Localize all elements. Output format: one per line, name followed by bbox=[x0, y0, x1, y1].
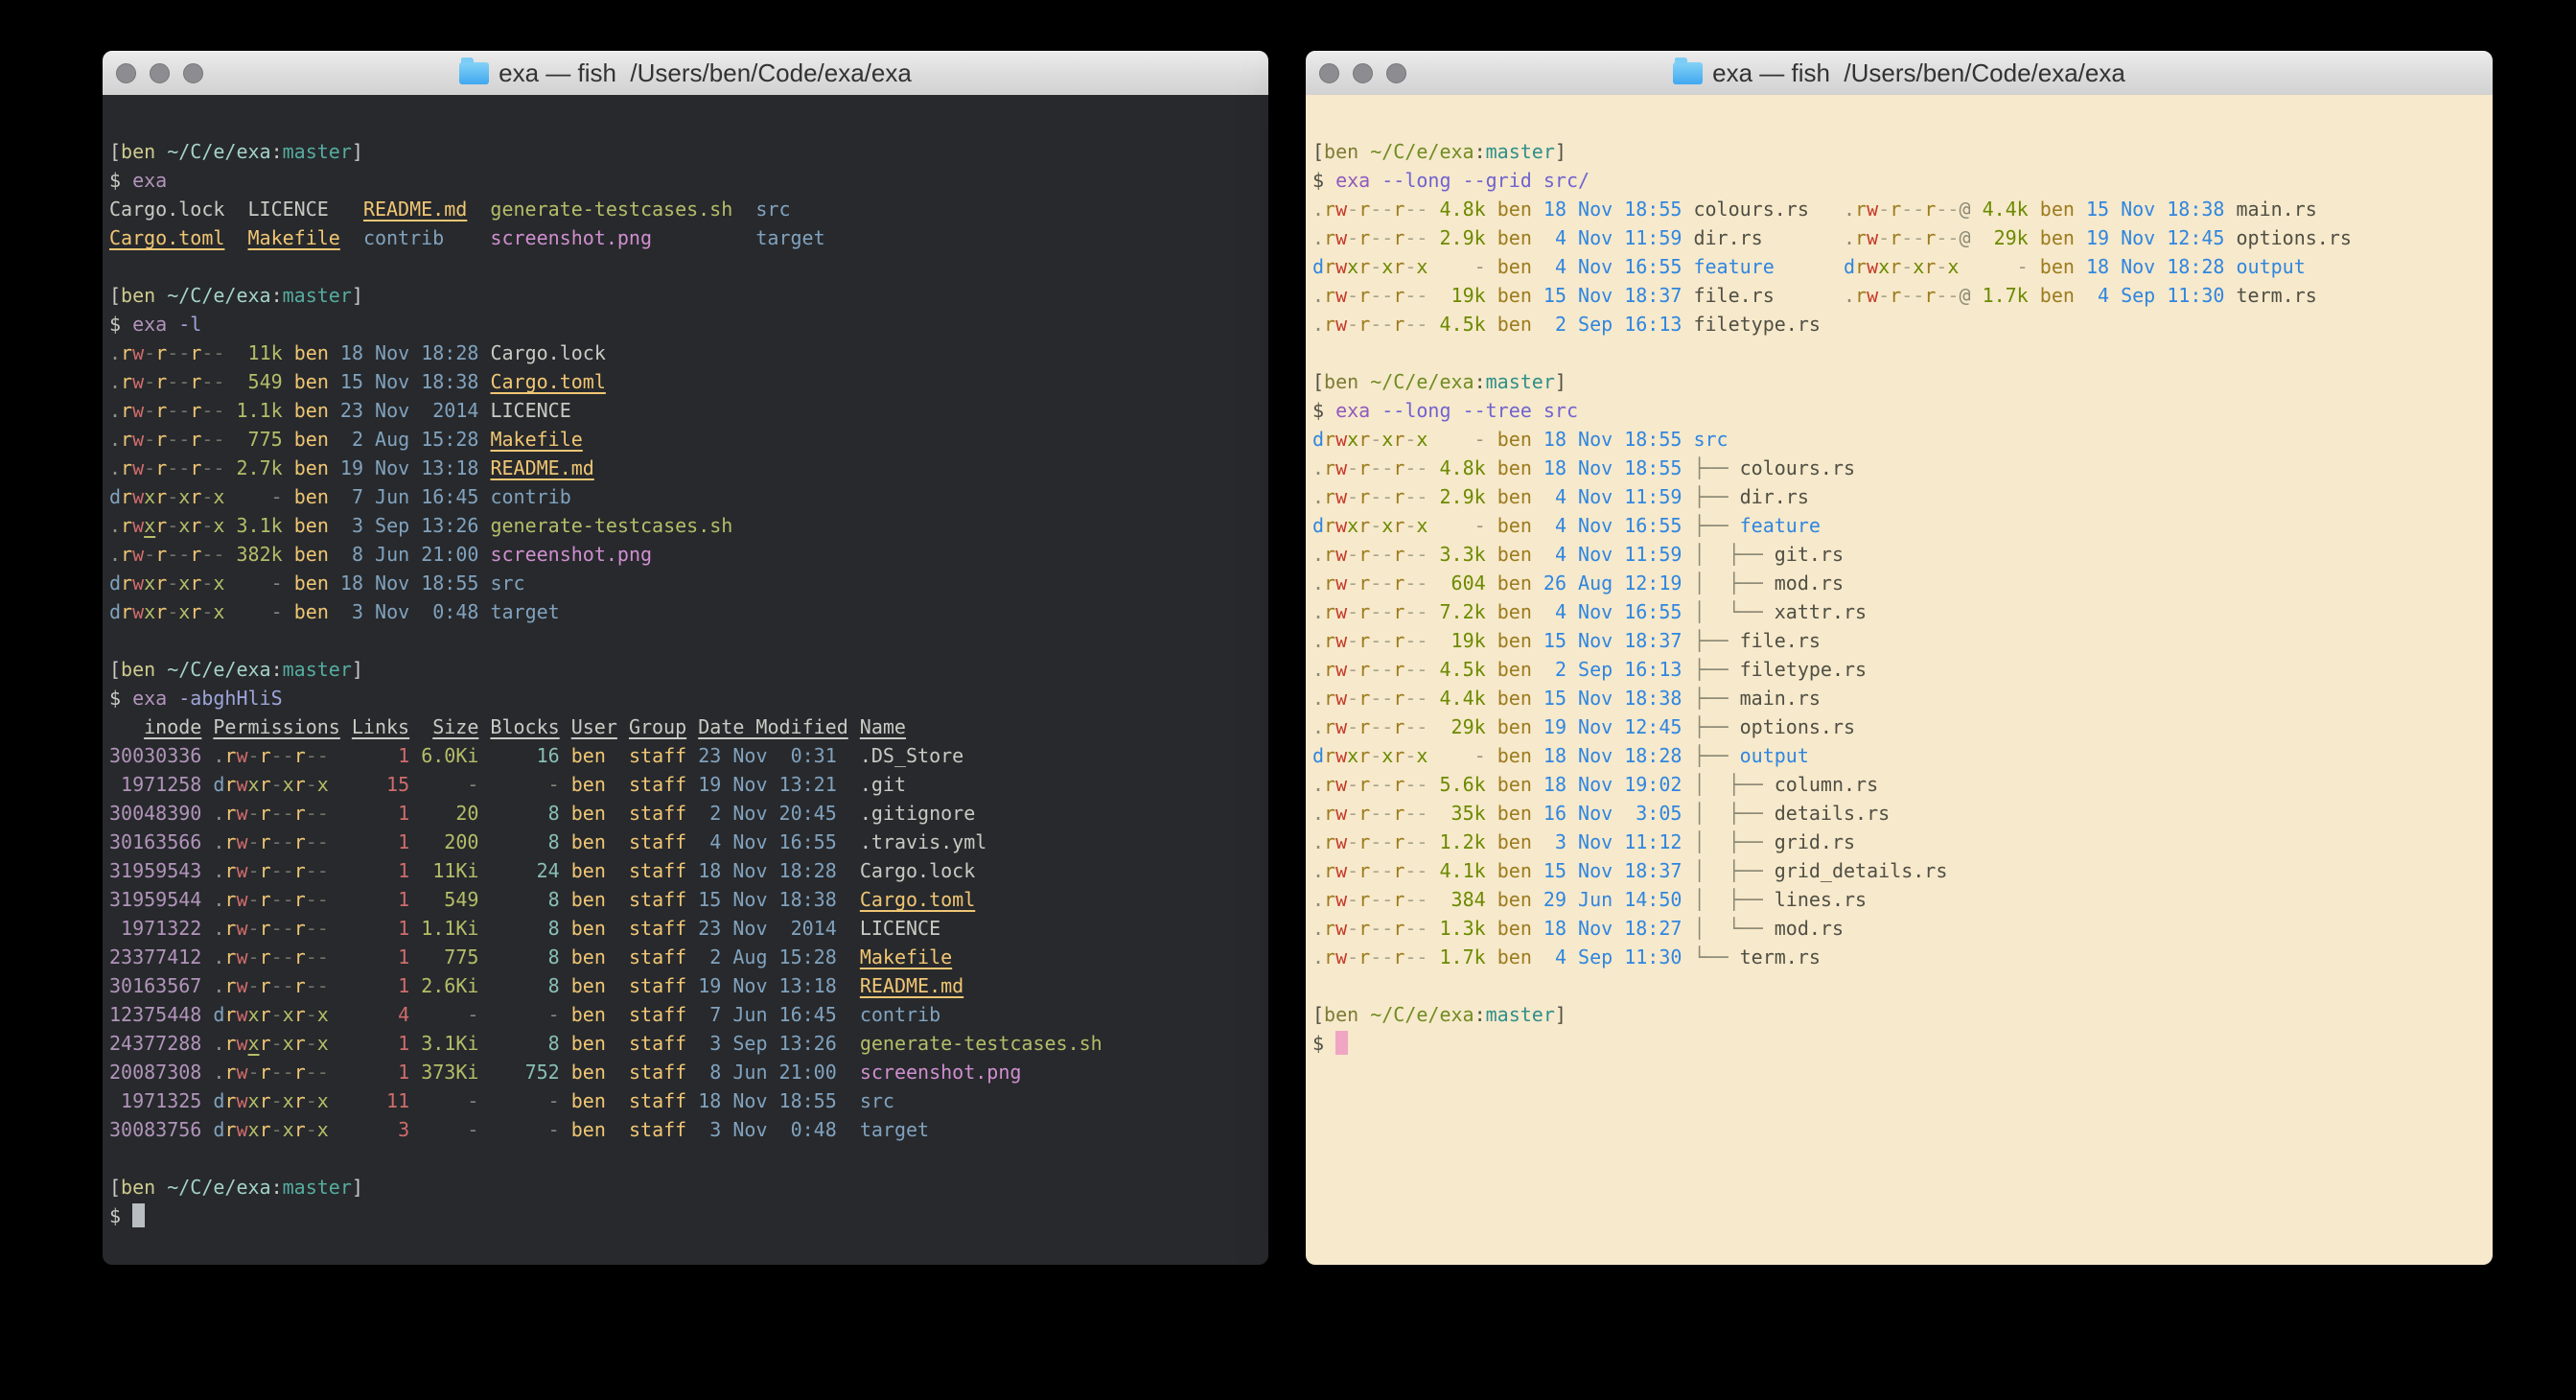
terminal-line: Cargo.toml Makefile contrib screenshot.p… bbox=[109, 223, 1263, 252]
terminal-line: .rw-r--r-- 1.2k ben 3 Nov 11:12 │ ├── gr… bbox=[1312, 828, 2487, 856]
terminal-line: .rw-r--r-- 382k ben 8 Jun 21:00 screensh… bbox=[109, 540, 1263, 569]
terminal-line: 23377412 .rw-r--r-- 1 775 8 ben staff 2 … bbox=[109, 943, 1263, 971]
terminal-line: drwxr-xr-x - ben 4 Nov 16:55 ├── feature bbox=[1312, 511, 2487, 540]
terminal-line: .rw-r--r-- 4.1k ben 15 Nov 18:37 │ ├── g… bbox=[1312, 856, 2487, 885]
terminal-window-left: exa — fish /Users/ben/Code/exa/exa [ben … bbox=[103, 51, 1268, 1265]
terminal-line: .rw-r--r-- 4.8k ben 18 Nov 18:55 ├── col… bbox=[1312, 454, 2487, 482]
terminal-line: [ben ~/C/e/exa:master] bbox=[109, 655, 1263, 684]
terminal-line bbox=[1312, 338, 2487, 367]
terminal-line: drwxr-xr-x - ben 18 Nov 18:55 src bbox=[1312, 425, 2487, 454]
terminal-line: [ben ~/C/e/exa:master] bbox=[1312, 367, 2487, 396]
terminal-line: .rw-r--r-- 35k ben 16 Nov 3:05 │ ├── det… bbox=[1312, 799, 2487, 828]
titlebar[interactable]: exa — fish /Users/ben/Code/exa/exa bbox=[103, 51, 1268, 96]
terminal-line: .rw-r--r-- 775 ben 2 Aug 15:28 Makefile bbox=[109, 425, 1263, 454]
terminal-line bbox=[109, 1144, 1263, 1173]
terminal-line: .rw-r--r-- 3.3k ben 4 Nov 11:59 │ ├── gi… bbox=[1312, 540, 2487, 569]
terminal-line: Cargo.lock LICENCE README.md generate-te… bbox=[109, 195, 1263, 223]
terminal-screen[interactable]: [ben ~/C/e/exa:master]$ exa --long --gri… bbox=[1306, 95, 2493, 1265]
terminal-line: 30163566 .rw-r--r-- 1 200 8 ben staff 4 … bbox=[109, 828, 1263, 856]
terminal-line: .rwxr-xr-x 3.1k ben 3 Sep 13:26 generate… bbox=[109, 511, 1263, 540]
terminal-line: .rw-r--r-- 1.7k ben 4 Sep 11:30 └── term… bbox=[1312, 943, 2487, 971]
terminal-window-right: exa — fish /Users/ben/Code/exa/exa [ben … bbox=[1306, 51, 2493, 1265]
terminal-line: .rw-r--r-- 7.2k ben 4 Nov 16:55 │ └── xa… bbox=[1312, 597, 2487, 626]
terminal-line: $ bbox=[109, 1202, 1263, 1230]
terminal-line: 30030336 .rw-r--r-- 1 6.0Ki 16 ben staff… bbox=[109, 741, 1263, 770]
terminal-line: [ben ~/C/e/exa:master] bbox=[1312, 137, 2487, 166]
terminal-line: .rw-r--r-- 4.5k ben 2 Sep 16:13 ├── file… bbox=[1312, 655, 2487, 684]
cursor-block bbox=[132, 1203, 145, 1227]
terminal-line: drwxr-xr-x - ben 3 Nov 0:48 target bbox=[109, 597, 1263, 626]
terminal-line: [ben ~/C/e/exa:master] bbox=[1312, 1000, 2487, 1029]
terminal-line: .rw-r--r-- 2.7k ben 19 Nov 13:18 README.… bbox=[109, 454, 1263, 482]
terminal-line: 30083756 drwxr-xr-x 3 - - ben staff 3 No… bbox=[109, 1115, 1263, 1144]
terminal-line: 1971322 .rw-r--r-- 1 1.1Ki 8 ben staff 2… bbox=[109, 914, 1263, 943]
terminal-line: 30048390 .rw-r--r-- 1 20 8 ben staff 2 N… bbox=[109, 799, 1263, 828]
terminal-line: [ben ~/C/e/exa:master] bbox=[109, 281, 1263, 310]
window-title: exa — fish /Users/ben/Code/exa/exa bbox=[499, 58, 912, 88]
folder-icon bbox=[459, 62, 489, 84]
close-button[interactable] bbox=[1319, 63, 1339, 83]
terminal-line: $ bbox=[1312, 1029, 2487, 1058]
terminal-line: $ exa --long --tree src bbox=[1312, 396, 2487, 425]
window-title: exa — fish /Users/ben/Code/exa/exa bbox=[1712, 58, 2125, 88]
terminal-line: .rw-r--r-- 4.8k ben 18 Nov 18:55 colours… bbox=[1312, 195, 2487, 223]
terminal-line: 12375448 drwxr-xr-x 4 - - ben staff 7 Ju… bbox=[109, 1000, 1263, 1029]
terminal-line: .rw-r--r-- 11k ben 18 Nov 18:28 Cargo.lo… bbox=[109, 338, 1263, 367]
terminal-line: [ben ~/C/e/exa:master] bbox=[109, 1173, 1263, 1202]
terminal-line: .rw-r--r-- 549 ben 15 Nov 18:38 Cargo.to… bbox=[109, 367, 1263, 396]
minimize-button[interactable] bbox=[150, 63, 170, 83]
terminal-line: 1971325 drwxr-xr-x 11 - - ben staff 18 N… bbox=[109, 1086, 1263, 1115]
terminal-line: .rw-r--r-- 19k ben 15 Nov 18:37 ├── file… bbox=[1312, 626, 2487, 655]
terminal-line: .rw-r--r-- 4.5k ben 2 Sep 16:13 filetype… bbox=[1312, 310, 2487, 338]
terminal-line: drwxr-xr-x - ben 4 Nov 16:55 feature drw… bbox=[1312, 252, 2487, 281]
terminal-line: $ exa bbox=[109, 166, 1263, 195]
terminal-line: .rw-r--r-- 1.1k ben 23 Nov 2014 LICENCE bbox=[109, 396, 1263, 425]
terminal-line: drwxr-xr-x - ben 18 Nov 18:28 ├── output bbox=[1312, 741, 2487, 770]
desktop-background: exa — fish /Users/ben/Code/exa/exa [ben … bbox=[0, 0, 2576, 1400]
zoom-button[interactable] bbox=[1386, 63, 1406, 83]
window-controls bbox=[1319, 51, 1406, 95]
title-area: exa — fish /Users/ben/Code/exa/exa bbox=[459, 58, 912, 88]
terminal-line: .rw-r--r-- 384 ben 29 Jun 14:50 │ ├── li… bbox=[1312, 885, 2487, 914]
title-area: exa — fish /Users/ben/Code/exa/exa bbox=[1673, 58, 2125, 88]
terminal-line: .rw-r--r-- 1.3k ben 18 Nov 18:27 │ └── m… bbox=[1312, 914, 2487, 943]
terminal-line bbox=[109, 626, 1263, 655]
terminal-line: $ exa -abghHliS bbox=[109, 684, 1263, 712]
terminal-line: $ exa --long --grid src/ bbox=[1312, 166, 2487, 195]
terminal-line: 20087308 .rw-r--r-- 1 373Ki 752 ben staf… bbox=[109, 1058, 1263, 1086]
terminal-line: $ exa -l bbox=[109, 310, 1263, 338]
terminal-line: 1971258 drwxr-xr-x 15 - - ben staff 19 N… bbox=[109, 770, 1263, 799]
cursor-block bbox=[1335, 1031, 1348, 1055]
terminal-line: .rw-r--r-- 604 ben 26 Aug 12:19 │ ├── mo… bbox=[1312, 569, 2487, 597]
terminal-line: 31959544 .rw-r--r-- 1 549 8 ben staff 15… bbox=[109, 885, 1263, 914]
terminal-line: .rw-r--r-- 2.9k ben 4 Nov 11:59 ├── dir.… bbox=[1312, 482, 2487, 511]
terminal-line: .rw-r--r-- 5.6k ben 18 Nov 19:02 │ ├── c… bbox=[1312, 770, 2487, 799]
titlebar[interactable]: exa — fish /Users/ben/Code/exa/exa bbox=[1306, 51, 2493, 96]
window-controls bbox=[116, 51, 203, 95]
terminal-line: inode Permissions Links Size Blocks User… bbox=[109, 712, 1263, 741]
terminal-line: [ben ~/C/e/exa:master] bbox=[109, 137, 1263, 166]
close-button[interactable] bbox=[116, 63, 136, 83]
terminal-line: drwxr-xr-x - ben 18 Nov 18:55 src bbox=[109, 569, 1263, 597]
terminal-line: .rw-r--r-- 29k ben 19 Nov 12:45 ├── opti… bbox=[1312, 712, 2487, 741]
terminal-line: .rw-r--r-- 19k ben 15 Nov 18:37 file.rs … bbox=[1312, 281, 2487, 310]
terminal-line bbox=[1312, 971, 2487, 1000]
terminal-line: 24377288 .rwxr-xr-x 1 3.1Ki 8 ben staff … bbox=[109, 1029, 1263, 1058]
terminal-line: .rw-r--r-- 2.9k ben 4 Nov 11:59 dir.rs .… bbox=[1312, 223, 2487, 252]
terminal-line bbox=[109, 252, 1263, 281]
terminal-line: .rw-r--r-- 4.4k ben 15 Nov 18:38 ├── mai… bbox=[1312, 684, 2487, 712]
terminal-line: 30163567 .rw-r--r-- 1 2.6Ki 8 ben staff … bbox=[109, 971, 1263, 1000]
terminal-line: 31959543 .rw-r--r-- 1 11Ki 24 ben staff … bbox=[109, 856, 1263, 885]
terminal-line: drwxr-xr-x - ben 7 Jun 16:45 contrib bbox=[109, 482, 1263, 511]
terminal-screen[interactable]: [ben ~/C/e/exa:master]$ exaCargo.lock LI… bbox=[103, 95, 1268, 1265]
zoom-button[interactable] bbox=[183, 63, 203, 83]
folder-icon bbox=[1673, 62, 1703, 84]
minimize-button[interactable] bbox=[1353, 63, 1373, 83]
